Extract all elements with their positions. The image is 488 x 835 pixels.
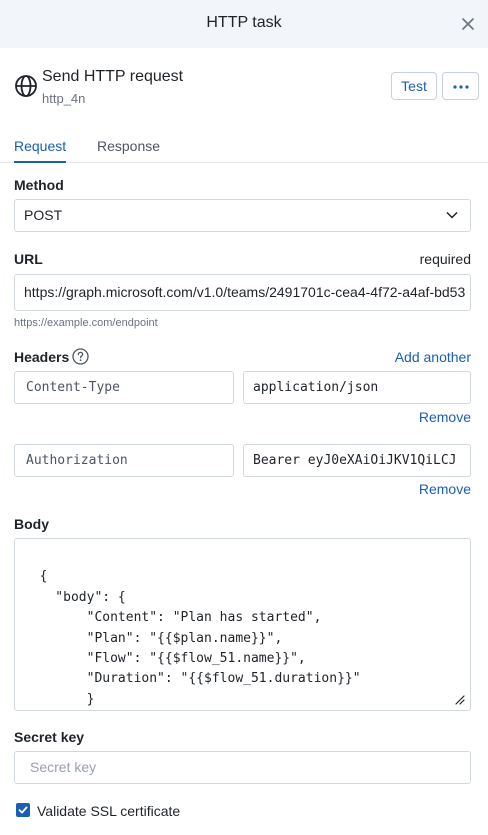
help-circle-icon[interactable]: [72, 348, 89, 365]
tab-request[interactable]: Request: [14, 138, 66, 154]
body-textarea[interactable]: { "body": { "Content": "Plan has started…: [14, 538, 471, 711]
body-label: Body: [14, 516, 49, 532]
dialog-title: HTTP task: [206, 14, 282, 31]
body-content: { "body": { "Content": "Plan has started…: [39, 569, 361, 707]
add-header-link[interactable]: Add another: [395, 349, 471, 365]
method-value: POST: [24, 207, 63, 223]
test-button[interactable]: Test: [391, 72, 437, 100]
headers-label: Headers: [14, 349, 70, 365]
method-label: Method: [14, 177, 64, 193]
remove-header-link[interactable]: Remove: [419, 481, 471, 497]
globe-icon: [15, 75, 37, 97]
close-button[interactable]: [458, 14, 478, 34]
url-label: URL: [14, 251, 43, 267]
secret-key-input[interactable]: Secret key: [14, 751, 471, 784]
url-input[interactable]: https://graph.microsoft.com/v1.0/teams/2…: [14, 274, 471, 311]
secret-key-label: Secret key: [14, 729, 85, 745]
method-select[interactable]: POST: [14, 199, 471, 232]
chevron-down-icon: [446, 211, 458, 219]
close-icon: [462, 18, 474, 30]
header-value-input[interactable]: application/json: [243, 371, 471, 404]
tab-response[interactable]: Response: [97, 138, 160, 154]
tab-bar: Request Response: [0, 130, 488, 163]
url-hint: https://example.com/endpoint: [14, 317, 158, 329]
url-required-text: required: [419, 251, 471, 267]
remove-header-link[interactable]: Remove: [419, 409, 471, 425]
active-tab-indicator: [14, 161, 66, 163]
header-value-input[interactable]: Bearer eyJ0eXAiOiJKV1QiLCJ: [243, 444, 471, 477]
header-key-input[interactable]: Authorization: [14, 444, 234, 477]
header-key-input[interactable]: Content-Type: [14, 371, 234, 404]
ssl-checkbox-label: Validate SSL certificate: [37, 803, 181, 819]
more-options-button[interactable]: [442, 72, 479, 100]
resize-handle-icon[interactable]: [454, 694, 465, 705]
task-title: Send HTTP request: [42, 68, 184, 85]
dialog-header: HTTP task: [0, 0, 488, 48]
check-icon: [18, 806, 28, 814]
task-id: http_4n: [42, 91, 86, 106]
ssl-checkbox[interactable]: [16, 803, 30, 817]
more-horizontal-icon: [453, 85, 469, 89]
